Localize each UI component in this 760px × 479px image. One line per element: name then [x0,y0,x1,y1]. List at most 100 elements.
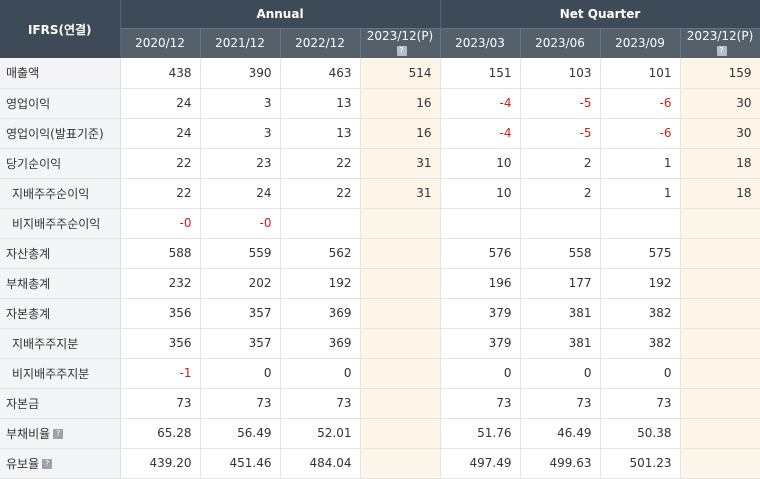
value-cell: 576 [440,238,521,269]
table-row: 영업이익(발표기준) 24 3 13 16 -4 -5 -6 30 [0,118,760,149]
row-label-cell: 부채총계 [0,268,121,299]
value-cell: 10 [440,178,521,209]
value-cell: 369 [280,328,361,359]
value-cell: 18 [680,148,760,179]
help-icon[interactable]: ? [42,459,53,469]
table-row: 당기순이익 22 23 22 31 10 2 1 18 [0,148,760,179]
value-cell: 192 [280,268,361,299]
table-row: 비지배주주순이익 -0 -0 [0,208,760,239]
value-cell: -5 [520,88,601,119]
quarter-group-header: Net Quarter [440,0,760,28]
row-label: 영업이익(발표기준) [6,126,104,141]
value-cell: 202 [200,268,281,299]
value-cell: 24 [120,88,201,119]
value-cell: 22 [280,178,361,209]
period-label: 2023/06 [535,36,585,51]
value-cell [360,298,441,329]
value-cell: 0 [200,358,281,389]
value-cell: 23 [200,148,281,179]
row-label: 부채총계 [6,276,51,291]
annual-group-header: Annual [120,0,441,28]
row-label-cell: 지배주주지분 [0,328,121,359]
help-icon[interactable]: ? [716,45,727,56]
value-cell: 559 [200,238,281,269]
row-label-cell: 비지배주주지분 [0,358,121,389]
value-cell: 357 [200,328,281,359]
row-label: 자본총계 [6,306,51,321]
value-cell: 1 [600,178,681,209]
value-cell: 3 [200,118,281,149]
value-cell: 0 [520,358,601,389]
value-cell: 30 [680,88,760,119]
value-cell: 73 [120,388,201,419]
row-label-cell: 영업이익(발표기준) [0,118,121,149]
value-cell [680,298,760,329]
value-cell: 73 [200,388,281,419]
period-header: 2022/12 [280,27,361,58]
value-cell: 438 [120,58,201,89]
value-cell: -4 [440,118,521,149]
value-cell: 2 [520,148,601,179]
value-cell [440,208,521,239]
value-cell: 52.01 [280,418,361,449]
period-header: 2023/06 [520,27,601,58]
help-icon[interactable]: ? [53,429,64,439]
value-cell: -1 [120,358,201,389]
value-cell [680,388,760,419]
row-label-cell: 매출액 [0,58,121,89]
value-cell: -6 [600,88,681,119]
value-cell: 50.38 [600,418,681,449]
row-label: 지배주주순이익 [12,186,90,201]
value-cell: 103 [520,58,601,89]
value-cell: -0 [120,208,201,239]
value-cell: 196 [440,268,521,299]
value-cell: 24 [120,118,201,149]
row-label-cell: 비지배주주순이익 [0,208,121,239]
period-header: 2023/03 [440,27,521,58]
value-cell: 381 [520,328,601,359]
value-cell: 13 [280,88,361,119]
value-cell: 497.49 [440,448,521,479]
value-cell: 463 [280,58,361,89]
table-row: 비지배주주지분 -1 0 0 0 0 0 [0,358,760,389]
value-cell: 177 [520,268,601,299]
value-cell [680,448,760,479]
table-row: 자산총계 588 559 562 576 558 575 [0,238,760,269]
row-label: 영업이익 [6,96,51,111]
help-icon[interactable]: ? [396,45,407,56]
period-label: 2022/12 [295,36,345,51]
value-cell [360,208,441,239]
table-row: 부채총계 232 202 192 196 177 192 [0,268,760,299]
value-cell: 31 [360,148,441,179]
value-cell [680,418,760,449]
value-cell: 73 [440,388,521,419]
value-cell: 0 [280,358,361,389]
value-cell: 46.49 [520,418,601,449]
row-label: 부채비율 [6,426,51,441]
value-cell [680,208,760,239]
row-label-cell: 자산총계 [0,238,121,269]
row-label-cell: 자본총계 [0,298,121,329]
value-cell: 514 [360,58,441,89]
value-cell: 379 [440,298,521,329]
row-label: 자본금 [6,396,40,411]
value-cell: 159 [680,58,760,89]
value-cell: 22 [120,178,201,209]
value-cell: 499.63 [520,448,601,479]
period-header: 2021/12 [200,27,281,58]
row-label: 유보율 [6,456,40,471]
period-header: 2023/12(P)? [680,27,760,58]
table-corner-label: IFRS(연결) [0,0,121,58]
value-cell: 356 [120,298,201,329]
period-label: 2023/12(P) [686,29,754,44]
value-cell: 13 [280,118,361,149]
table-row: 유보율? 439.20 451.46 484.04 497.49 499.63 501.23 [0,448,760,479]
value-cell [680,268,760,299]
period-header: 2023/09 [600,27,681,58]
value-cell: 31 [360,178,441,209]
table-row: 자본금 73 73 73 73 73 73 [0,388,760,419]
value-cell: 73 [280,388,361,419]
table-row: 자본총계 356 357 369 379 381 382 [0,298,760,329]
value-cell: 575 [600,238,681,269]
value-cell: 73 [520,388,601,419]
